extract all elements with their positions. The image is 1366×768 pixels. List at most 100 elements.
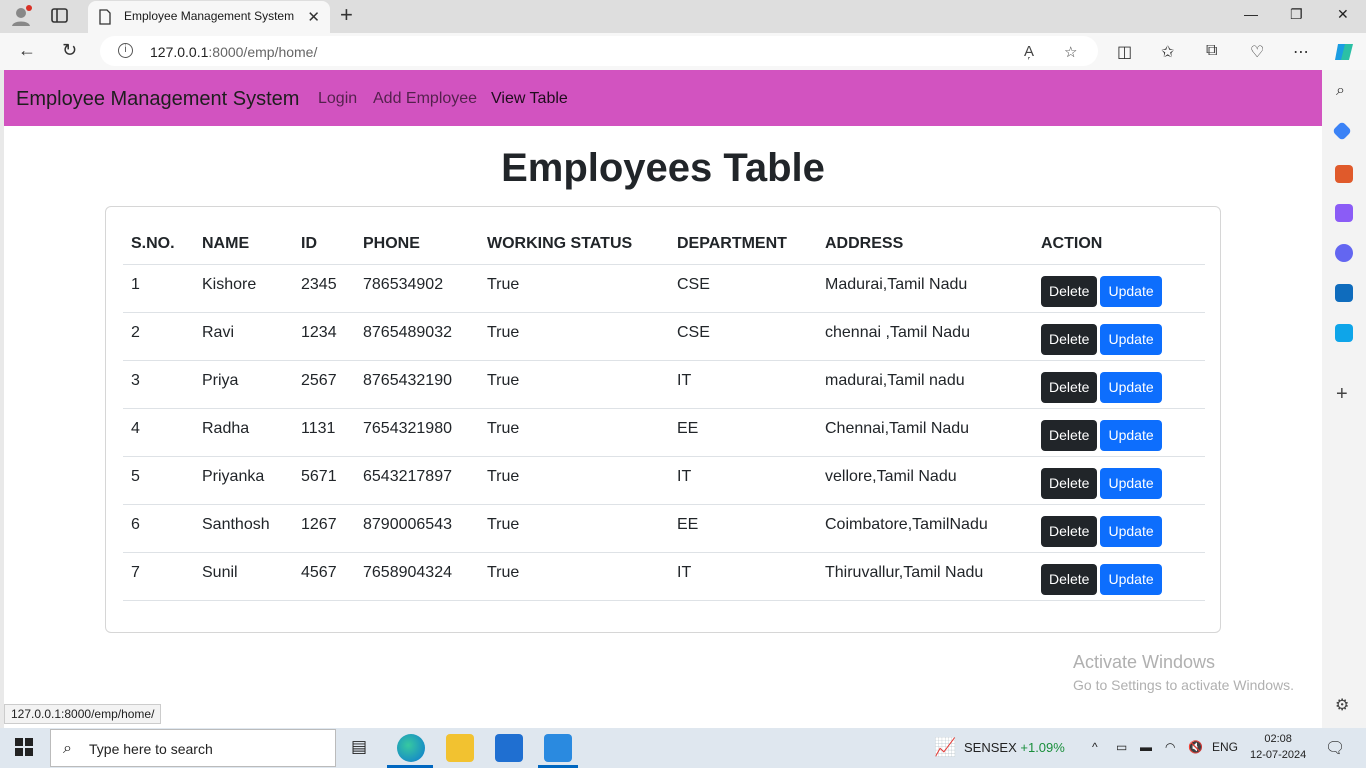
drop-icon[interactable] — [1335, 324, 1353, 342]
close-tab-icon[interactable]: ✕ — [307, 8, 320, 26]
tab-actions-icon[interactable] — [50, 7, 70, 25]
cell-id: 5671 — [293, 456, 355, 505]
cell-sno: 7 — [123, 552, 194, 601]
clock[interactable]: 02:08 12-07-2024 — [1250, 731, 1306, 763]
minimize-icon[interactable]: — — [1244, 6, 1258, 22]
profile-icon[interactable] — [10, 5, 32, 27]
favorites-icon[interactable]: ✩ — [1161, 42, 1174, 62]
update-button[interactable]: Update — [1100, 371, 1162, 403]
delete-button[interactable]: Delete — [1041, 323, 1098, 355]
page-icon — [99, 9, 111, 25]
cell-phone: 7654321980 — [355, 408, 479, 457]
back-icon[interactable]: ← — [18, 40, 36, 61]
status-bar-url: 127.0.0.1:8000/emp/home/ — [4, 704, 162, 724]
column-header: ID — [293, 224, 355, 265]
mail-icon[interactable] — [495, 734, 523, 762]
cell-phone: 6543217897 — [355, 456, 479, 505]
favorite-star-icon[interactable]: ☆ — [1064, 43, 1077, 61]
sensex-widget[interactable]: SENSEX +1.09% — [964, 740, 1065, 755]
update-button[interactable]: Update — [1100, 515, 1162, 547]
table-row: 4 Radha 1131 7654321980 True EE Chennai,… — [123, 408, 1205, 457]
cell-name: Kishore — [194, 264, 293, 313]
page-title: Employees Table — [501, 146, 825, 190]
taskbar-search[interactable]: ⌕ Type here to search — [50, 729, 336, 767]
cell-working-status: True — [479, 312, 669, 361]
cell-action: Delete Update — [1033, 552, 1205, 601]
cell-name: Sunil — [194, 552, 293, 601]
site-info-icon[interactable]: i — [118, 43, 133, 58]
split-screen-icon[interactable]: ◫ — [1117, 42, 1132, 62]
new-tab-icon[interactable]: + — [340, 4, 353, 26]
delete-button[interactable]: Delete — [1041, 563, 1098, 595]
address-bar[interactable]: i 127.0.0.1:8000/emp/home/ A᷊ ☆ — [100, 36, 1098, 66]
cell-action: Delete Update — [1033, 408, 1205, 457]
volume-muted-icon[interactable]: 🔇 — [1188, 740, 1203, 754]
stock-chart-icon[interactable]: 📈 — [934, 737, 956, 758]
web-page: Employee Management System Login Add Emp… — [4, 70, 1322, 728]
delete-button[interactable]: Delete — [1041, 275, 1098, 307]
add-sidebar-icon[interactable]: + — [1336, 383, 1348, 406]
delete-button[interactable]: Delete — [1041, 371, 1098, 403]
edge-sidebar: ⌕ + ⚙ — [1322, 70, 1366, 728]
wifi-icon[interactable]: ◠ — [1165, 740, 1175, 754]
nav-link-view-table[interactable]: View Table — [491, 90, 568, 108]
refresh-icon[interactable]: ↻ — [62, 40, 77, 61]
url-text: 127.0.0.1:8000/emp/home/ — [150, 44, 318, 60]
delete-button[interactable]: Delete — [1041, 515, 1098, 547]
delete-button[interactable]: Delete — [1041, 419, 1098, 451]
language-indicator[interactable]: ENG — [1212, 740, 1238, 754]
column-header: NAME — [194, 224, 293, 265]
update-button[interactable]: Update — [1100, 467, 1162, 499]
navbar-brand[interactable]: Employee Management System — [16, 88, 299, 111]
cell-id: 4567 — [293, 552, 355, 601]
games-icon[interactable] — [1335, 204, 1353, 222]
table-card: S.NO. NAME ID PHONE WORKING STATUS DEPAR… — [105, 206, 1221, 633]
column-header: WORKING STATUS — [479, 224, 669, 265]
site-navbar: Employee Management System Login Add Emp… — [4, 70, 1322, 126]
tray-chevron-icon[interactable]: ^ — [1092, 740, 1098, 754]
notifications-icon[interactable]: 🗨 — [1325, 738, 1345, 758]
nav-link-login[interactable]: Login — [318, 90, 357, 108]
task-view-icon[interactable]: ▤ — [351, 737, 367, 757]
update-button[interactable]: Update — [1100, 563, 1162, 595]
microsoft-365-icon[interactable] — [1335, 244, 1353, 262]
collections-icon[interactable]: ⧉ — [1206, 42, 1217, 60]
read-aloud-icon[interactable]: A᷊ — [1024, 43, 1034, 60]
device-icon[interactable]: ▭ — [1116, 740, 1127, 754]
table-row: 2 Ravi 1234 8765489032 True CSE chennai … — [123, 312, 1205, 361]
active-tab[interactable]: Employee Management System ✕ — [88, 1, 330, 33]
tools-icon[interactable] — [1335, 165, 1353, 183]
cell-id: 2567 — [293, 360, 355, 409]
table-row: 3 Priya 2567 8765432190 True IT madurai,… — [123, 360, 1205, 409]
cell-department: IT — [669, 552, 817, 601]
copilot-icon[interactable] — [1332, 40, 1356, 64]
search-icon[interactable]: ⌕ — [1336, 82, 1345, 100]
browser-essentials-icon[interactable]: ♡ — [1250, 42, 1264, 62]
battery-icon[interactable]: ▬ — [1140, 740, 1152, 754]
shopping-icon[interactable] — [1332, 121, 1352, 141]
nav-link-add-employee[interactable]: Add Employee — [373, 90, 477, 108]
update-button[interactable]: Update — [1100, 323, 1162, 355]
cell-phone: 8790006543 — [355, 504, 479, 553]
cell-address: Chennai,Tamil Nadu — [817, 408, 1033, 457]
update-button[interactable]: Update — [1100, 419, 1162, 451]
update-button[interactable]: Update — [1100, 275, 1162, 307]
tab-title: Employee Management System — [124, 9, 295, 23]
edge-app-icon[interactable] — [397, 734, 425, 762]
cell-sno: 3 — [123, 360, 194, 409]
delete-button[interactable]: Delete — [1041, 467, 1098, 499]
restore-icon[interactable]: ❐ — [1290, 6, 1303, 23]
cell-address: Coimbatore,TamilNadu — [817, 504, 1033, 553]
more-menu-icon[interactable]: ⋯ — [1293, 42, 1309, 62]
windows-start-icon[interactable] — [15, 738, 33, 756]
cell-action: Delete Update — [1033, 360, 1205, 409]
cell-working-status: True — [479, 504, 669, 553]
file-explorer-icon[interactable] — [446, 734, 474, 762]
clock-time: 02:08 — [1264, 733, 1292, 745]
outlook-icon[interactable] — [1335, 284, 1353, 302]
table-row: 5 Priyanka 5671 6543217897 True IT vello… — [123, 456, 1205, 505]
close-window-icon[interactable]: ✕ — [1337, 6, 1349, 23]
vscode-icon[interactable] — [544, 734, 572, 762]
sidebar-settings-icon[interactable]: ⚙ — [1335, 695, 1349, 715]
cell-address: vellore,Tamil Nadu — [817, 456, 1033, 505]
